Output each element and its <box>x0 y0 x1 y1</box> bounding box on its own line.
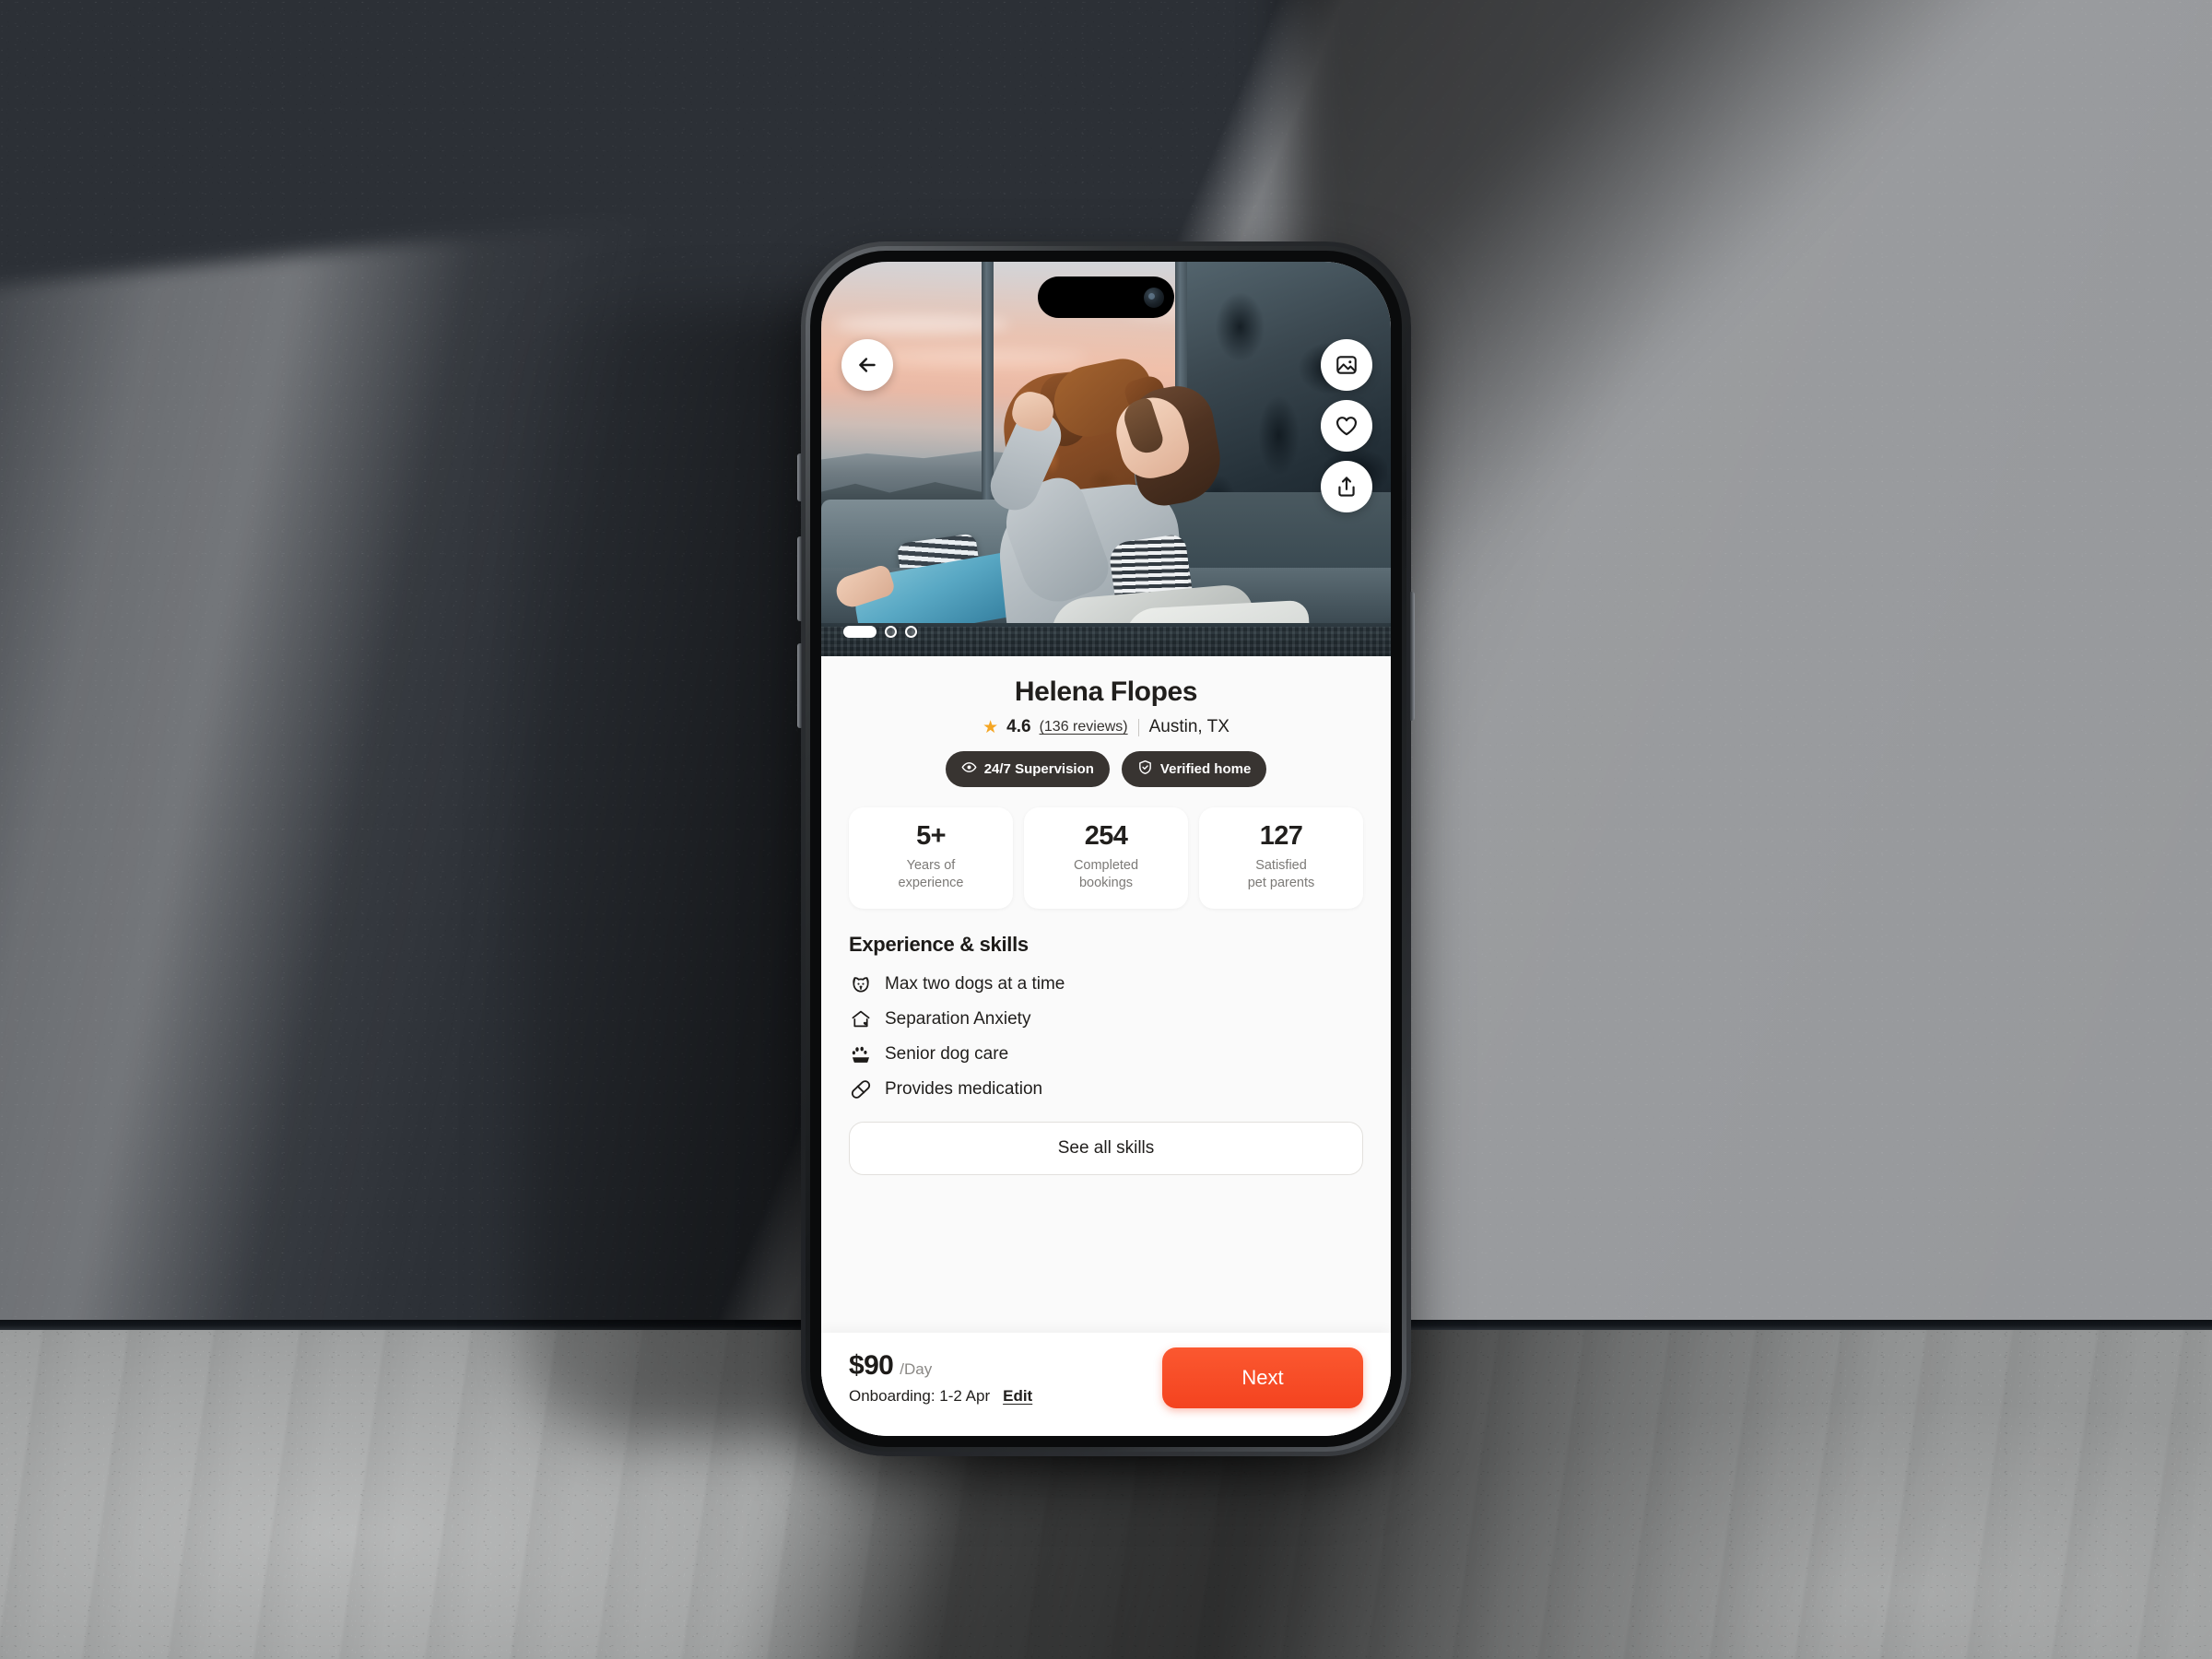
star-icon: ★ <box>982 717 999 737</box>
pagination-dot[interactable] <box>885 626 897 638</box>
shield-check-icon <box>1137 759 1153 779</box>
silent-switch[interactable] <box>797 453 802 501</box>
back-button[interactable] <box>841 339 893 391</box>
heart-icon <box>1335 414 1359 438</box>
list-item: Provides medication <box>849 1072 1363 1107</box>
dog-bowl-icon <box>849 1042 873 1066</box>
onboarding-line: Onboarding: 1-2 Apr Edit <box>849 1387 1032 1406</box>
stat-card-experience: 5+ Years of experience <box>849 807 1013 910</box>
badge-verified-home: Verified home <box>1121 751 1267 787</box>
power-button[interactable] <box>1410 592 1415 721</box>
next-button[interactable]: Next <box>1162 1347 1363 1408</box>
price-line: $90 /Day <box>849 1350 1032 1382</box>
favorite-button[interactable] <box>1321 400 1372 452</box>
gallery-button[interactable] <box>1321 339 1372 391</box>
wall-shadow-top-right <box>1290 0 2212 673</box>
front-camera-icon <box>1144 287 1164 308</box>
profile-sheet: Helena Flopes ★ 4.6 (136 reviews) Austin… <box>821 656 1391 1436</box>
volume-up-button[interactable] <box>797 536 802 621</box>
hero-photo-illustration <box>821 262 1391 656</box>
hero-photo[interactable] <box>821 262 1391 656</box>
stat-label: Satisfied pet parents <box>1247 858 1315 891</box>
meta-divider <box>1137 718 1139 736</box>
stat-label: Completed bookings <box>1073 858 1139 891</box>
stat-card-bookings: 254 Completed bookings <box>1024 807 1188 910</box>
stat-value: 5+ <box>916 821 946 851</box>
edit-link[interactable]: Edit <box>1003 1387 1032 1406</box>
pill-icon <box>849 1077 873 1101</box>
eye-icon <box>961 759 977 779</box>
list-item: Separation Anxiety <box>849 1002 1363 1037</box>
stat-value: 254 <box>1084 821 1128 851</box>
sheet-scroll-area[interactable]: Helena Flopes ★ 4.6 (136 reviews) Austin… <box>821 656 1391 1333</box>
profile-meta-row: ★ 4.6 (136 reviews) Austin, TX <box>849 717 1363 737</box>
skills-list: Max two dogs at a time Separation Anxiet… <box>849 967 1363 1107</box>
skill-label: Senior dog care <box>885 1044 1009 1065</box>
hero-vignette <box>821 262 1391 656</box>
phone-screen: Helena Flopes ★ 4.6 (136 reviews) Austin… <box>821 262 1391 1436</box>
pagination-dot[interactable] <box>905 626 917 638</box>
arrow-left-icon <box>855 353 879 377</box>
see-all-skills-button[interactable]: See all skills <box>849 1122 1363 1176</box>
location-label: Austin, TX <box>1148 717 1230 736</box>
dog-face-icon <box>849 972 873 996</box>
stat-label: Years of experience <box>898 858 964 891</box>
page-title: Helena Flopes <box>1014 677 1198 707</box>
share-icon <box>1335 475 1359 499</box>
price-unit: /Day <box>900 1360 933 1378</box>
rating-value: 4.6 <box>1006 717 1031 736</box>
skill-label: Separation Anxiety <box>885 1009 1031 1030</box>
badge-verified-home-label: Verified home <box>1159 761 1252 777</box>
list-item: Senior dog care <box>849 1037 1363 1072</box>
section-title-experience-skills: Experience & skills <box>849 933 1029 957</box>
reviews-link[interactable]: (136 reviews) <box>1040 719 1128 735</box>
badge-supervision-label: 24/7 Supervision <box>983 761 1094 777</box>
badge-row: 24/7 Supervision Verified home <box>849 751 1363 787</box>
volume-down-button[interactable] <box>797 643 802 728</box>
onboarding-label: Onboarding: 1-2 Apr <box>849 1387 991 1405</box>
badge-supervision: 24/7 Supervision <box>945 751 1110 787</box>
list-item: Max two dogs at a time <box>849 967 1363 1002</box>
pagination-active-indicator[interactable] <box>843 626 877 638</box>
price-amount: $90 <box>849 1350 894 1381</box>
see-all-skills-wrapper: See all skills <box>849 1122 1363 1182</box>
skill-label: Provides medication <box>885 1079 1043 1100</box>
booking-bottom-bar: $90 /Day Onboarding: 1-2 Apr Edit Next <box>821 1333 1391 1436</box>
price-block: $90 /Day Onboarding: 1-2 Apr Edit <box>849 1350 1032 1406</box>
stat-card-pet-parents: 127 Satisfied pet parents <box>1199 807 1363 910</box>
home-heart-icon <box>849 1007 873 1031</box>
image-gallery-icon <box>1335 353 1359 377</box>
dynamic-island <box>1038 276 1174 318</box>
skill-label: Max two dogs at a time <box>885 974 1065 994</box>
carousel-pagination[interactable] <box>843 626 917 638</box>
share-button[interactable] <box>1321 461 1372 512</box>
phone-device: Helena Flopes ★ 4.6 (136 reviews) Austin… <box>797 241 1415 1456</box>
mockup-scene: Helena Flopes ★ 4.6 (136 reviews) Austin… <box>0 0 2212 1659</box>
stat-value: 127 <box>1259 821 1303 851</box>
stats-row: 5+ Years of experience 254 Completed boo… <box>849 807 1363 910</box>
